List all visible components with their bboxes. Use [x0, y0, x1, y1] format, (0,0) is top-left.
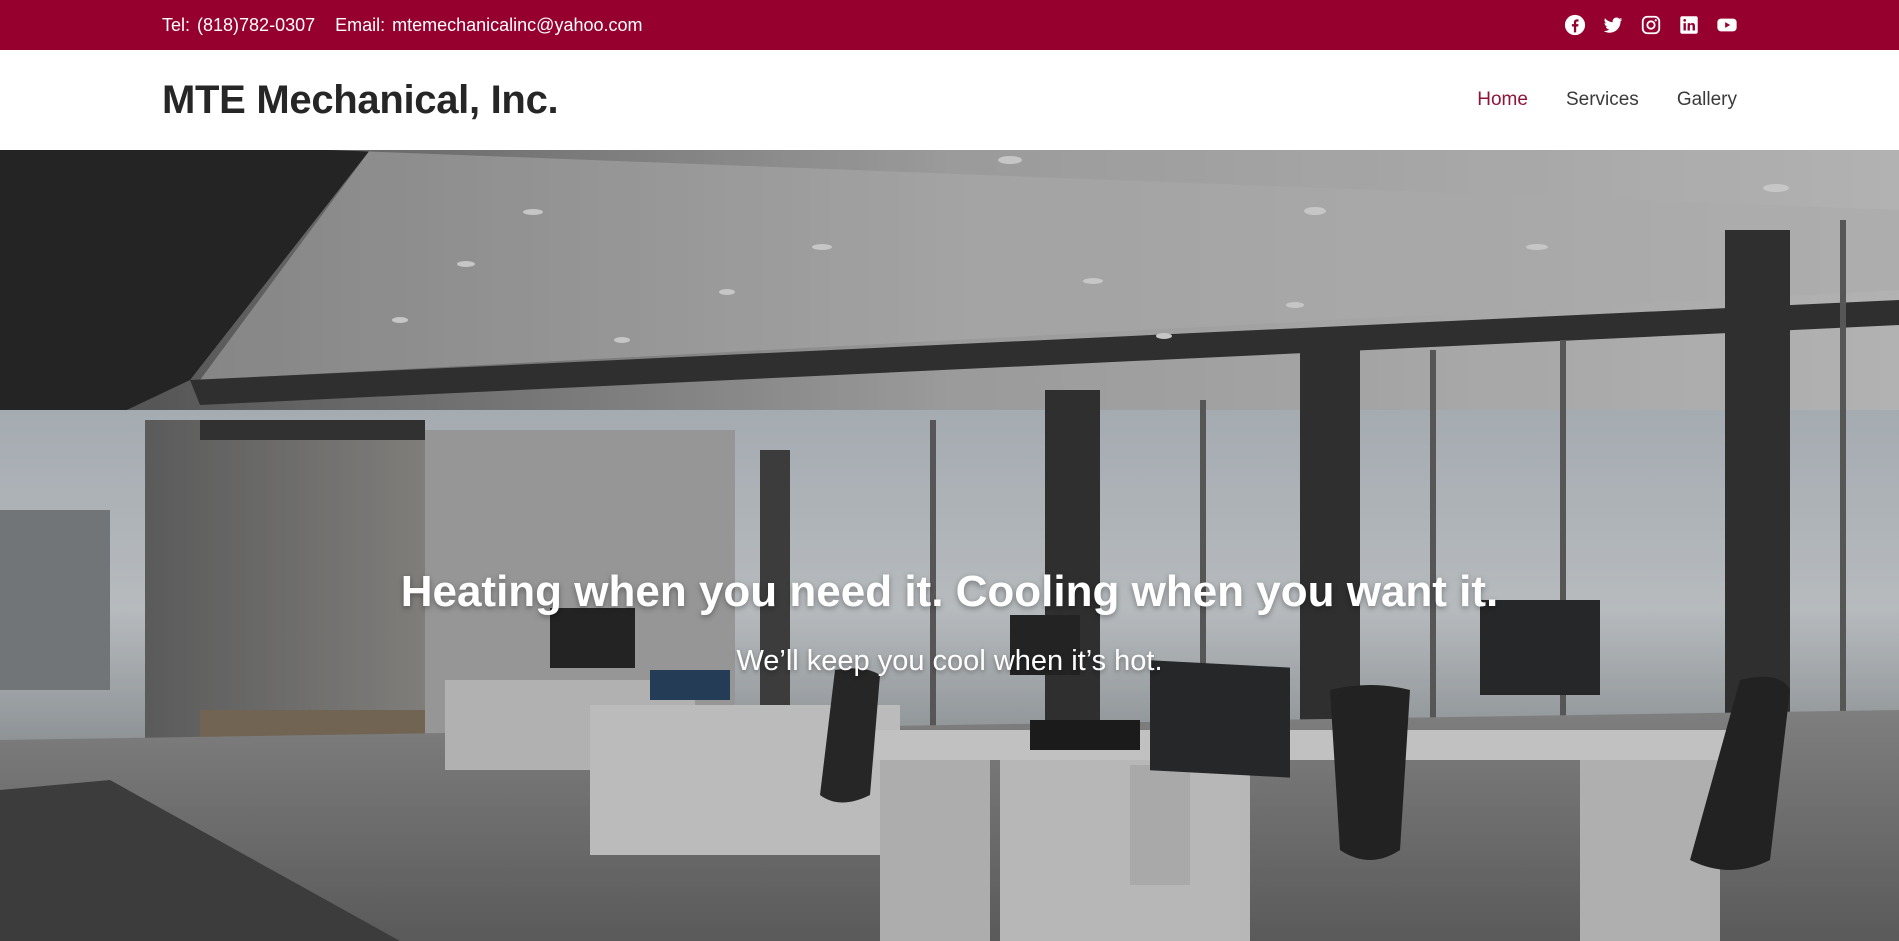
hero-subtitle: We’ll keep you cool when it’s hot. — [736, 645, 1163, 677]
facebook-icon[interactable] — [1564, 14, 1586, 36]
social-links — [1548, 0, 1738, 50]
youtube-icon[interactable] — [1716, 14, 1738, 36]
nav-services[interactable]: Services — [1566, 89, 1639, 111]
site-header: MTE Mechanical, Inc. Home Services Galle… — [0, 50, 1899, 150]
instagram-icon[interactable] — [1640, 14, 1662, 36]
twitter-icon[interactable] — [1602, 14, 1624, 36]
contact-info: Tel: (818)782-0307 Email: mtemechanicali… — [162, 0, 663, 50]
email-group: Email: mtemechanicalinc@yahoo.com — [335, 15, 642, 36]
main-nav: Home Services Gallery — [1439, 50, 1737, 150]
hero-dim-overlay — [0, 150, 1899, 941]
hero-banner: Heating when you need it. Cooling when y… — [0, 150, 1899, 941]
email-label: Email: — [335, 14, 386, 35]
nav-home[interactable]: Home — [1477, 89, 1528, 111]
linkedin-icon[interactable] — [1678, 14, 1700, 36]
email-address[interactable]: mtemechanicalinc@yahoo.com — [392, 15, 642, 36]
phone-group: Tel: (818)782-0307 — [162, 15, 315, 36]
top-contact-bar: Tel: (818)782-0307 Email: mtemechanicali… — [0, 0, 1899, 50]
phone-label: Tel: — [162, 14, 191, 35]
nav-gallery[interactable]: Gallery — [1677, 89, 1737, 111]
phone-number[interactable]: (818)782-0307 — [197, 15, 315, 36]
site-logo[interactable]: MTE Mechanical, Inc. — [162, 50, 559, 150]
hero-title: Heating when you need it. Cooling when y… — [400, 567, 1499, 616]
